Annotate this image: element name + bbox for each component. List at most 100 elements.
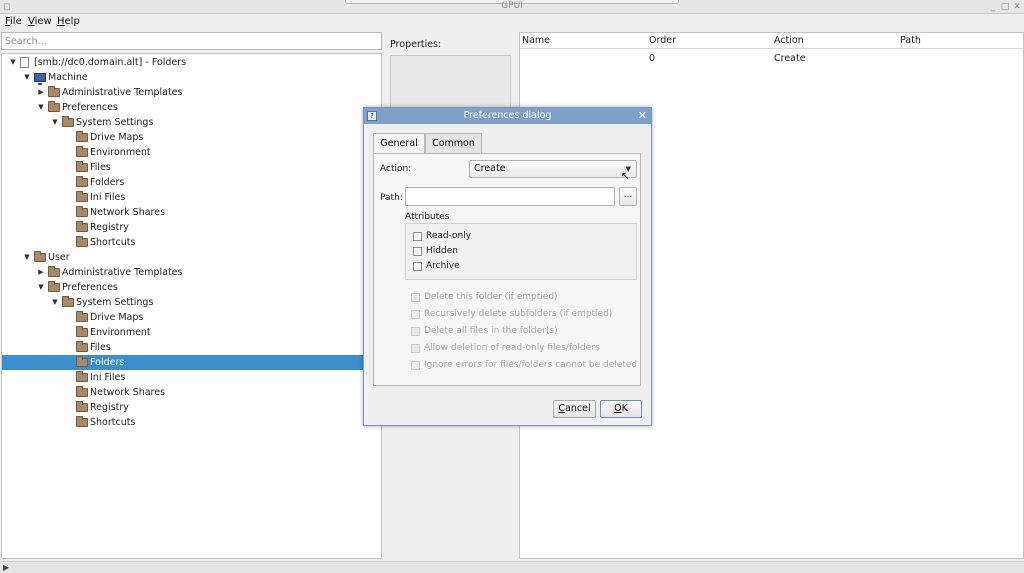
tree-node[interactable]: Ini Files	[2, 370, 381, 385]
expand-arrow-icon[interactable]: ▼	[22, 70, 32, 85]
delete-folder-label: Delete this folder (if emptied)	[424, 292, 558, 302]
tree-node[interactable]: Network Shares	[2, 205, 381, 220]
tree-node[interactable]: ▼ Preferences	[2, 100, 381, 115]
column-order[interactable]: Order	[649, 35, 676, 46]
folder-icon	[76, 311, 88, 322]
search-input[interactable]	[1, 32, 382, 50]
tree-node[interactable]: ▼ User	[2, 250, 381, 265]
folder-icon	[76, 326, 88, 337]
tree-node[interactable]: Files	[2, 340, 381, 355]
folder-icon	[76, 341, 88, 352]
tree-node-label: Files	[90, 162, 111, 173]
folder-icon	[76, 356, 88, 367]
expand-arrow-icon[interactable]: ▼	[36, 280, 46, 295]
folder-icon	[76, 401, 88, 412]
scroll-right-icon[interactable]: ▶	[3, 563, 9, 572]
dialog-titlebar: ? Preferences dialog ✕	[364, 108, 651, 124]
tree-node[interactable]: Environment	[2, 325, 381, 340]
expand-arrow-icon[interactable]: ▼	[8, 55, 18, 70]
cancel-button[interactable]: Cancel	[553, 400, 596, 418]
allow-readonly-deletion-checkbox[interactable]	[411, 344, 420, 353]
delete-all-files-checkbox[interactable]	[411, 327, 420, 336]
minimize-icon[interactable]: _	[988, 2, 998, 12]
tree-node[interactable]: Environment	[2, 145, 381, 160]
tree-node[interactable]: Drive Maps	[2, 310, 381, 325]
maximize-icon[interactable]: □	[1000, 2, 1010, 12]
tree-node[interactable]: Files	[2, 160, 381, 175]
menu-help[interactable]: Help	[57, 16, 80, 27]
menu-view[interactable]: View	[28, 16, 52, 27]
action-select[interactable]: Create ▼	[469, 160, 637, 178]
dialog-close-icon[interactable]: ✕	[638, 109, 647, 122]
tab-general[interactable]: General	[373, 133, 425, 154]
close-icon[interactable]: ✕	[1012, 2, 1022, 12]
tree-node-label: Ini Files	[90, 372, 126, 383]
ok-button[interactable]: OK	[600, 400, 642, 418]
tree-node[interactable]: ▼ Preferences	[2, 280, 381, 295]
tree-node[interactable]: Folders	[2, 355, 381, 370]
path-input[interactable]	[405, 187, 615, 206]
attributes-group: Read-only Hidden Archive	[405, 223, 637, 280]
tree-node-label: Administrative Templates	[62, 267, 183, 278]
read-only-checkbox[interactable]	[413, 232, 422, 241]
general-tab-pane: Action: Create ▼ ↖ Path: ... Attributes …	[373, 153, 641, 386]
tree-node[interactable]: ▼ Machine	[2, 70, 381, 85]
tree-node-label: Ini Files	[90, 192, 126, 203]
tree-node-label: Administrative Templates	[62, 87, 183, 98]
tree-node-label: System Settings	[76, 297, 154, 308]
action-label: Action:	[380, 164, 412, 174]
menu-bar: File View Help	[0, 14, 1024, 31]
expand-arrow-icon[interactable]: ▼	[50, 295, 60, 310]
tree-node[interactable]: Registry	[2, 400, 381, 415]
path-label: Path:	[380, 193, 403, 203]
tree-node[interactable]: ▼ System Settings	[2, 115, 381, 130]
folder-icon	[76, 161, 88, 172]
tree-node[interactable]: ▼ [smb://dc0.domain.alt] - Folders	[2, 55, 381, 70]
window-title: GPUI	[501, 1, 523, 11]
dialog-title: Preferences dialog	[463, 110, 552, 121]
tab-common[interactable]: Common	[425, 133, 482, 153]
cell-order: 0	[649, 53, 656, 64]
browse-button[interactable]: ...	[619, 187, 637, 206]
column-action[interactable]: Action	[774, 35, 804, 46]
tree-node[interactable]: Shortcuts	[2, 415, 381, 430]
window-titlebar: ◻ GPUI _ □ ✕	[0, 0, 1024, 14]
hidden-checkbox[interactable]	[413, 247, 422, 256]
expand-arrow-icon[interactable]: ▼	[50, 115, 60, 130]
tree-node-label: Files	[90, 342, 111, 353]
collapse-arrow-icon[interactable]: ▶	[36, 85, 46, 100]
menu-file[interactable]: File	[5, 16, 22, 27]
column-name[interactable]: Name	[522, 35, 550, 46]
policy-tree[interactable]: ▼ [smb://dc0.domain.alt] - Folders ▼ Machin…	[1, 53, 382, 559]
tree-node[interactable]: Drive Maps	[2, 130, 381, 145]
tree-node[interactable]: ▶ Administrative Templates	[2, 85, 381, 100]
tree-node[interactable]: Shortcuts	[2, 235, 381, 250]
expand-arrow-icon[interactable]: ▼	[36, 100, 46, 115]
collapse-arrow-icon[interactable]: ▶	[36, 265, 46, 280]
tree-node-label: Network Shares	[90, 387, 166, 398]
tree-node[interactable]: Ini Files	[2, 190, 381, 205]
tree-node[interactable]: ▶ Administrative Templates	[2, 265, 381, 280]
column-path[interactable]: Path	[900, 35, 921, 46]
horizontal-scrollbar[interactable]: ▶	[0, 561, 1024, 573]
folder-icon	[34, 251, 46, 262]
document-icon	[20, 57, 29, 68]
tree-node[interactable]: Registry	[2, 220, 381, 235]
tree-node[interactable]: Folders	[2, 175, 381, 190]
action-select-value: Create	[474, 163, 506, 174]
folder-icon	[76, 236, 88, 247]
folder-icon	[76, 176, 88, 187]
ignore-errors-checkbox[interactable]	[411, 361, 420, 370]
folder-icon	[48, 101, 60, 112]
preferences-dialog: ? Preferences dialog ✕ General Common Ac…	[363, 107, 652, 426]
folder-icon	[48, 86, 60, 97]
allow-readonly-deletion-label: Allow deletion of read-only files/folder…	[424, 343, 600, 353]
tree-node[interactable]: Network Shares	[2, 385, 381, 400]
recursive-delete-checkbox[interactable]	[411, 310, 420, 319]
delete-folder-checkbox[interactable]	[411, 293, 420, 302]
folder-icon	[62, 116, 74, 127]
expand-arrow-icon[interactable]: ▼	[22, 250, 32, 265]
archive-checkbox[interactable]	[413, 262, 422, 271]
folder-icon	[48, 266, 60, 277]
tree-node[interactable]: ▼ System Settings	[2, 295, 381, 310]
